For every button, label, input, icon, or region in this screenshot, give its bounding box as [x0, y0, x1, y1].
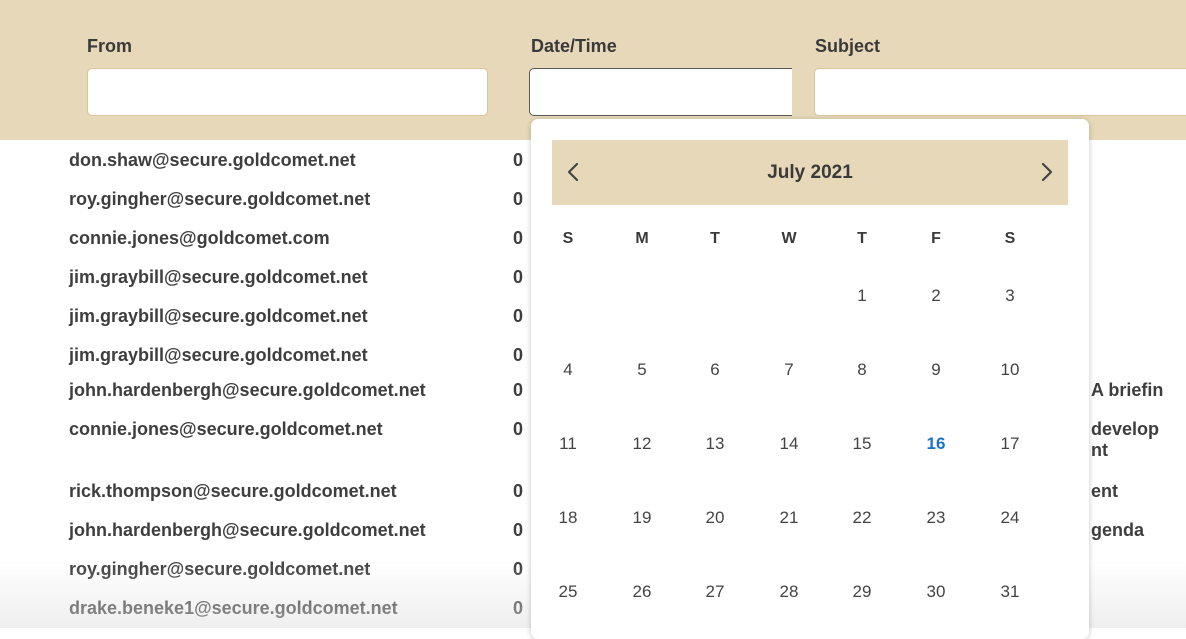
calendar-day[interactable]: 6: [695, 355, 735, 385]
weekday-header: S: [562, 230, 574, 247]
weekday-header: S: [1004, 230, 1016, 247]
message-from: drake.beneke1@secure.goldcomet.net: [69, 598, 398, 618]
message-date: 0: [513, 598, 524, 618]
calendar-day[interactable]: 17: [990, 429, 1030, 459]
message-date: 0: [513, 345, 524, 365]
calendar-day[interactable]: 4: [548, 355, 588, 385]
message-from: rick.thompson@secure.goldcomet.net: [69, 481, 397, 501]
calendar-header: July 2021: [552, 140, 1068, 205]
message-date: 0: [513, 481, 524, 501]
calendar-day[interactable]: 28: [769, 577, 809, 607]
calendar-day[interactable]: 8: [842, 355, 882, 385]
message-from: connie.jones@secure.goldcomet.net: [69, 419, 383, 439]
datetime-filter-input[interactable]: [529, 68, 792, 116]
message-subject: ent: [1091, 481, 1118, 501]
message-from: jim.graybill@secure.goldcomet.net: [69, 267, 368, 287]
message-date: 0: [513, 520, 524, 540]
calendar-day[interactable]: 18: [548, 503, 588, 533]
weekday-header: F: [931, 230, 941, 247]
from-filter-input[interactable]: [87, 68, 488, 116]
message-date: 0: [513, 559, 524, 579]
calendar-day[interactable]: 5: [622, 355, 662, 385]
calendar-day[interactable]: 26: [622, 577, 662, 607]
message-from: connie.jones@goldcomet.com: [69, 228, 330, 248]
calendar-day[interactable]: 14: [769, 429, 809, 459]
subject-column-label: Subject: [815, 36, 881, 56]
calendar-month-label: July 2021: [767, 162, 853, 183]
calendar-day[interactable]: 12: [622, 429, 662, 459]
calendar-day[interactable]: 11: [548, 429, 588, 459]
message-date: 0: [513, 267, 524, 287]
message-from: jim.graybill@secure.goldcomet.net: [69, 306, 368, 326]
chevron-right-icon: [1041, 162, 1053, 182]
message-from: roy.gingher@secure.goldcomet.net: [69, 559, 371, 579]
calendar-day[interactable]: 20: [695, 503, 735, 533]
message-from: roy.gingher@secure.goldcomet.net: [69, 189, 371, 209]
calendar-day[interactable]: 3: [990, 281, 1030, 311]
weekday-header: T: [710, 230, 720, 247]
message-subject: genda: [1091, 520, 1145, 540]
from-column-label: From: [87, 36, 132, 56]
date-picker-popup: July 2021 S M T W T F S 1 2 3 4 5 6 7 8 9 10 11 12 13 14 15 16…: [531, 119, 1089, 639]
weekday-header: M: [635, 230, 649, 247]
message-date: 0: [513, 189, 524, 209]
next-month-button[interactable]: [1032, 157, 1062, 187]
message-date: 0: [513, 150, 524, 170]
message-date: 0: [513, 419, 524, 439]
message-date: 0: [513, 228, 524, 248]
subject-filter-input[interactable]: [814, 68, 1186, 116]
calendar-day-today[interactable]: 16: [916, 429, 956, 459]
message-from: don.shaw@secure.goldcomet.net: [69, 150, 356, 170]
calendar-day[interactable]: 10: [990, 355, 1030, 385]
message-subject: A briefin: [1091, 380, 1164, 400]
weekday-header: T: [857, 230, 867, 247]
message-date: 0: [513, 380, 524, 400]
calendar-day[interactable]: 13: [695, 429, 735, 459]
message-from: john.hardenbergh@secure.goldcomet.net: [69, 380, 426, 400]
calendar-day[interactable]: 7: [769, 355, 809, 385]
calendar-day[interactable]: 2: [916, 281, 956, 311]
calendar-day[interactable]: 27: [695, 577, 735, 607]
calendar-day[interactable]: 23: [916, 503, 956, 533]
calendar-day[interactable]: 19: [622, 503, 662, 533]
message-from: jim.graybill@secure.goldcomet.net: [69, 345, 368, 365]
calendar-day[interactable]: 1: [842, 281, 882, 311]
message-date: 0: [513, 306, 524, 326]
calendar-day[interactable]: 21: [769, 503, 809, 533]
calendar-day[interactable]: 30: [916, 577, 956, 607]
calendar-day[interactable]: 15: [842, 429, 882, 459]
calendar-day[interactable]: 29: [842, 577, 882, 607]
calendar-day[interactable]: 22: [842, 503, 882, 533]
message-from: john.hardenbergh@secure.goldcomet.net: [69, 520, 426, 540]
calendar-day[interactable]: 31: [990, 577, 1030, 607]
calendar-day[interactable]: 24: [990, 503, 1030, 533]
message-subject: develop nt: [1091, 419, 1160, 460]
calendar-day[interactable]: 25: [548, 577, 588, 607]
calendar-day[interactable]: 9: [916, 355, 956, 385]
weekday-header: W: [781, 230, 797, 247]
datetime-column-label: Date/Time: [531, 36, 617, 56]
